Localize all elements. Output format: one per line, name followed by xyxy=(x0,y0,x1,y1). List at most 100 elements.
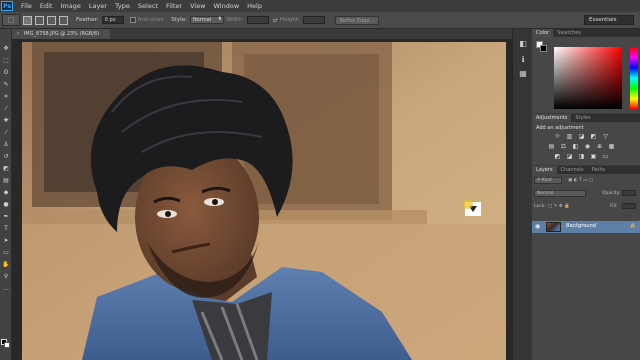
color-panel xyxy=(532,37,640,113)
layer-kind-filter[interactable]: ⚲ Kind xyxy=(534,177,562,184)
color-picker-field[interactable] xyxy=(554,47,622,109)
menu-bar: Ps File Edit Image Layer Type Select Fil… xyxy=(0,0,640,12)
document-tab[interactable]: × IMG_8758.JPG @ 23% (RGB/8) xyxy=(12,29,110,39)
refine-edge-button[interactable]: Refine Edge... xyxy=(334,15,379,25)
photo-filter-icon[interactable]: ◉ xyxy=(584,144,591,150)
black-white-icon[interactable]: ◧ xyxy=(572,144,579,150)
crop-tool-icon[interactable]: ⌗ xyxy=(2,93,10,100)
new-selection-icon[interactable] xyxy=(23,15,32,25)
menu-window[interactable]: Window xyxy=(214,2,240,10)
invert-icon[interactable]: ◩ xyxy=(554,154,561,160)
tab-styles[interactable]: Styles xyxy=(571,114,594,122)
workspace-switcher[interactable]: Essentials xyxy=(584,15,634,25)
vibrance-icon[interactable]: ▽ xyxy=(602,134,609,140)
tab-swatches[interactable]: Swatches xyxy=(553,29,585,37)
layer-background[interactable]: ◉ Background 🔒 xyxy=(532,221,640,233)
fill-input[interactable] xyxy=(622,203,636,209)
filter-icons[interactable]: ▣ ◐ T ▭ ▢ xyxy=(568,178,593,183)
blur-tool-icon[interactable]: ◆ xyxy=(2,189,10,196)
layers-panel-tabs: Layers Channels Paths xyxy=(532,166,640,174)
quick-select-tool-icon[interactable]: ✎ xyxy=(2,81,10,88)
swap-icon[interactable]: ⇄ xyxy=(273,17,278,24)
hue-saturation-icon[interactable]: ▤ xyxy=(548,144,555,150)
menu-image[interactable]: Image xyxy=(60,2,80,10)
add-selection-icon[interactable] xyxy=(35,15,44,25)
pen-tool-icon[interactable]: ✒ xyxy=(2,213,10,220)
tab-paths[interactable]: Paths xyxy=(588,166,610,174)
hand-tool-icon[interactable]: ✋ xyxy=(2,261,10,268)
adjustments-panel: Add an adjustment ☼ ▥ ◪ ◩ ▽ ▤ ⚖ ◧ ◉ ⊕ ▦ … xyxy=(532,122,640,165)
type-tool-icon[interactable]: T xyxy=(2,225,10,232)
intersect-selection-icon[interactable] xyxy=(59,15,68,25)
color-balance-icon[interactable]: ⚖ xyxy=(560,144,567,150)
shape-tool-icon[interactable]: ▭ xyxy=(2,249,10,256)
blend-mode-select[interactable]: Normal xyxy=(534,190,586,197)
subtract-selection-icon[interactable] xyxy=(47,15,56,25)
layer-filter-row: ⚲ Kind ▣ ◐ T ▭ ▢ xyxy=(534,177,638,186)
height-input[interactable] xyxy=(302,16,325,24)
more-tools-icon[interactable]: … xyxy=(2,285,10,292)
background-color-swatch[interactable] xyxy=(4,342,10,348)
dodge-tool-icon[interactable]: ● xyxy=(2,201,10,208)
selective-color-icon[interactable]: ▣ xyxy=(590,154,597,160)
style-label: Style: xyxy=(171,17,187,23)
properties-panel-icon[interactable]: ▦ xyxy=(518,69,528,79)
feather-label: Feather: xyxy=(76,17,99,23)
threshold-icon[interactable]: ◨ xyxy=(578,154,585,160)
close-tab-icon[interactable]: × xyxy=(16,31,20,37)
right-panels: Color Swatches Adjustments Styles Add an… xyxy=(532,29,640,360)
marquee-preset-icon[interactable]: ⬚ xyxy=(2,14,20,26)
move-tool-icon[interactable]: ✥ xyxy=(2,45,10,52)
panel-background-swatch[interactable] xyxy=(540,45,547,52)
brush-tool-icon[interactable]: ⁄ xyxy=(2,129,10,136)
info-panel-icon[interactable]: ℹ xyxy=(518,55,528,65)
channel-mixer-icon[interactable]: ⊕ xyxy=(596,144,603,150)
opacity-input[interactable] xyxy=(622,190,636,196)
history-panel-icon[interactable]: ◧ xyxy=(518,39,528,49)
canvas-area[interactable] xyxy=(12,39,512,360)
eraser-tool-icon[interactable]: ◩ xyxy=(2,165,10,172)
curves-icon[interactable]: ◪ xyxy=(578,134,585,140)
fill-label: Fill: xyxy=(610,204,618,209)
brightness-icon[interactable]: ☼ xyxy=(554,134,561,140)
menu-help[interactable]: Help xyxy=(247,2,262,10)
width-input[interactable] xyxy=(246,16,269,24)
width-label: Width: xyxy=(225,17,244,23)
opacity-label: Opacity: xyxy=(602,191,621,196)
options-bar: ⬚ Feather: 0 px Anti-alias Style: Normal… xyxy=(0,12,640,29)
gradient-tool-icon[interactable]: ▤ xyxy=(2,177,10,184)
zoom-tool-icon[interactable]: ⚲ xyxy=(2,273,10,280)
levels-icon[interactable]: ▥ xyxy=(566,134,573,140)
healing-brush-tool-icon[interactable]: ✚ xyxy=(2,117,10,124)
menu-layer[interactable]: Layer xyxy=(89,2,107,10)
color-lookup-icon[interactable]: ▦ xyxy=(608,144,615,150)
tab-channels[interactable]: Channels xyxy=(557,166,588,174)
exposure-icon[interactable]: ◩ xyxy=(590,134,597,140)
menu-type[interactable]: Type xyxy=(115,2,130,10)
kind-label: Kind xyxy=(541,178,552,183)
style-select[interactable]: Normal xyxy=(189,16,224,24)
clone-stamp-tool-icon[interactable]: ♙ xyxy=(2,141,10,148)
posterize-icon[interactable]: ◪ xyxy=(566,154,573,160)
lock-icons[interactable]: ▢ ✎ ✥ 🔒 xyxy=(548,204,570,209)
feather-input[interactable]: 0 px xyxy=(101,16,124,24)
tab-layers[interactable]: Layers xyxy=(532,166,557,174)
menu-select[interactable]: Select xyxy=(138,2,158,10)
hue-slider[interactable] xyxy=(630,47,638,109)
menu-edit[interactable]: Edit xyxy=(40,2,53,10)
marquee-tool-icon[interactable]: ⬚ xyxy=(2,57,10,64)
antialias-checkbox[interactable] xyxy=(129,17,136,23)
menu-view[interactable]: View xyxy=(190,2,205,10)
antialias-label: Anti-alias xyxy=(137,17,164,23)
gradient-map-icon[interactable]: ▭ xyxy=(602,154,609,160)
visibility-eye-icon[interactable]: ◉ xyxy=(535,223,540,230)
history-brush-tool-icon[interactable]: ↺ xyxy=(2,153,10,160)
lasso-tool-icon[interactable]: ʘ xyxy=(2,69,10,76)
menu-filter[interactable]: Filter xyxy=(166,2,182,10)
tab-color[interactable]: Color xyxy=(532,29,554,37)
tab-adjustments[interactable]: Adjustments xyxy=(532,114,572,122)
menu-file[interactable]: File xyxy=(21,2,32,10)
photo-canvas[interactable] xyxy=(22,42,506,360)
eyedropper-tool-icon[interactable]: ⁄ xyxy=(2,105,10,112)
path-select-tool-icon[interactable]: ➤ xyxy=(2,237,10,244)
